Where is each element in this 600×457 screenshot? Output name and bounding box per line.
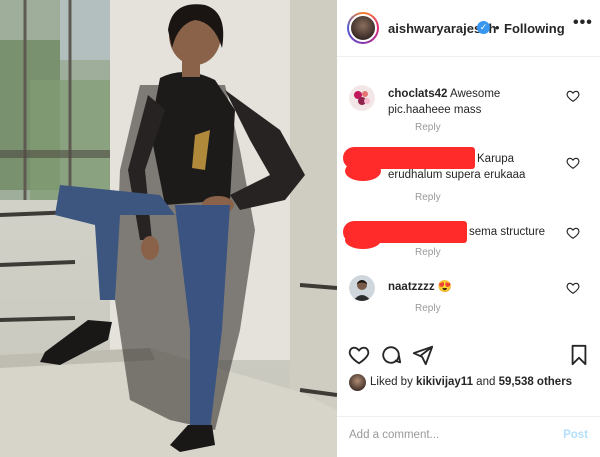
- likes-conjunction: and: [476, 376, 496, 388]
- comment-body: naatzzzz 😍: [388, 279, 563, 295]
- person-avatar-icon[interactable]: [349, 275, 375, 301]
- post-header: aishwaryarajessh ✓ • Following •••: [337, 0, 600, 57]
- post-side-panel: aishwaryarajessh ✓ • Following ••• chocl…: [337, 0, 600, 457]
- comment-body: choclats42 Awesome pic.haaheee mass: [388, 86, 563, 118]
- flower-avatar-icon[interactable]: [349, 85, 375, 111]
- liker-avatar[interactable]: [349, 374, 366, 391]
- comment-emoji: 😍: [437, 281, 453, 293]
- redacted-avatar: [345, 231, 381, 249]
- reply-button[interactable]: Reply: [415, 303, 441, 314]
- comment-text: sema structure: [469, 226, 546, 238]
- header-separator: •: [495, 20, 500, 35]
- verified-badge-icon: ✓: [477, 21, 490, 34]
- post-photo-illustration: [0, 0, 337, 457]
- following-button[interactable]: Following: [504, 21, 565, 36]
- comment-username[interactable]: choclats42: [388, 88, 447, 100]
- comment-username[interactable]: naatzzzz: [388, 281, 435, 293]
- likes-text: Liked by kikivijay11 and 59,538 others: [370, 376, 572, 388]
- more-options-icon[interactable]: •••: [573, 14, 593, 32]
- post-comment-button[interactable]: Post: [563, 429, 588, 441]
- reply-button[interactable]: Reply: [415, 122, 441, 133]
- add-comment-input[interactable]: Add a comment...: [349, 429, 439, 441]
- redacted-avatar: [345, 161, 381, 181]
- profile-avatar-ring[interactable]: [347, 12, 379, 44]
- reply-button[interactable]: Reply: [415, 192, 441, 203]
- comment-text: Karupa erudhalum supera erukaaa: [388, 153, 526, 181]
- add-comment-bar: Add a comment... Post: [337, 416, 600, 457]
- post-photo[interactable]: [0, 0, 337, 457]
- post-action-bar: [337, 340, 600, 370]
- heart-icon[interactable]: [348, 344, 370, 366]
- comments-list[interactable]: choclats42 Awesome pic.haaheee mass Repl…: [337, 57, 600, 340]
- comment-icon[interactable]: [380, 344, 402, 366]
- likes-count[interactable]: 59,538 others: [499, 376, 573, 388]
- comment-like-heart-icon[interactable]: [566, 89, 580, 103]
- bookmark-icon[interactable]: [568, 344, 590, 366]
- likes-summary[interactable]: Liked by kikivijay11 and 59,538 others: [349, 374, 599, 394]
- share-icon[interactable]: [412, 344, 434, 366]
- liker-username[interactable]: kikivijay11: [416, 376, 473, 388]
- comment-like-heart-icon[interactable]: [566, 226, 580, 240]
- comment-like-heart-icon[interactable]: [566, 156, 580, 170]
- reply-button[interactable]: Reply: [415, 247, 441, 258]
- comment-like-heart-icon[interactable]: [566, 281, 580, 295]
- likes-prefix: Liked by: [370, 376, 413, 388]
- profile-avatar[interactable]: [349, 14, 377, 42]
